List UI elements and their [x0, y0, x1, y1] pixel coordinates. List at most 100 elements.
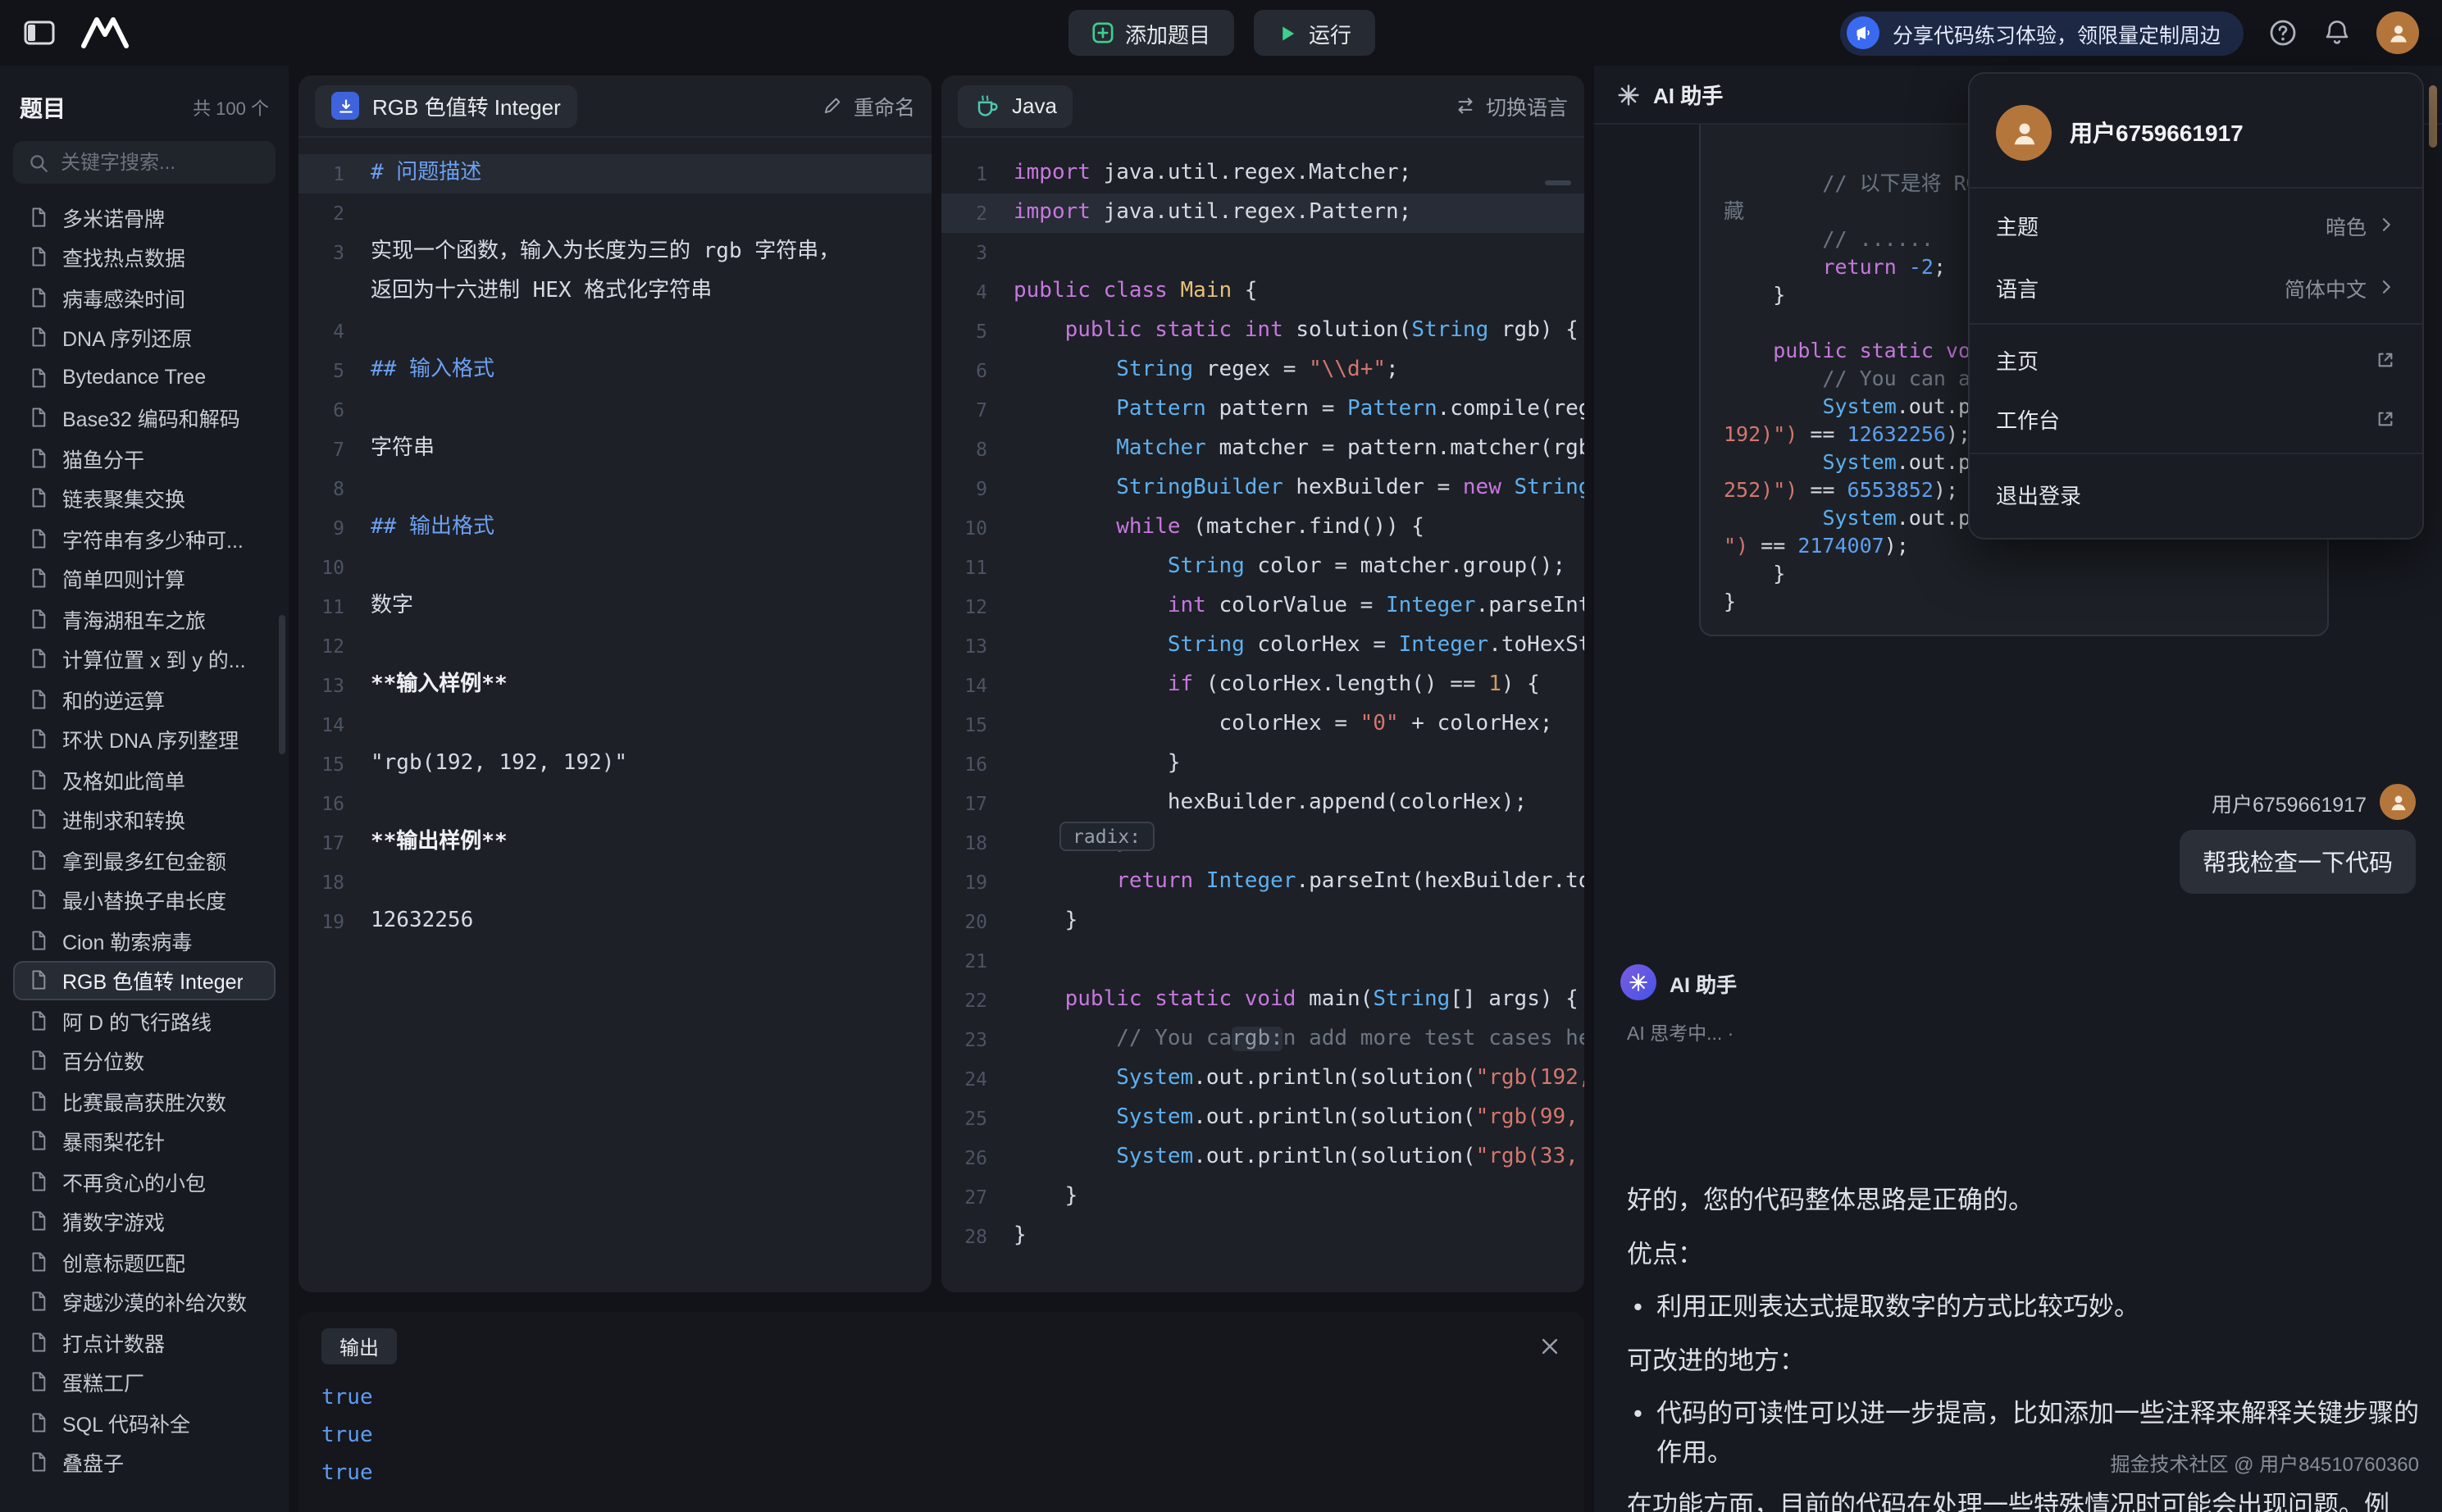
- sidebar-item[interactable]: 链表聚集交换: [13, 478, 276, 518]
- document-icon: [28, 890, 49, 911]
- external-link-icon: [2375, 408, 2396, 429]
- document-icon: [28, 809, 49, 831]
- promo-banner-text: 分享代码练习体验，领限量定制周边: [1893, 17, 2221, 48]
- user-avatar-button[interactable]: [2376, 11, 2419, 54]
- sidebar-scrollbar[interactable]: [279, 615, 285, 754]
- code-line: 24 System.out.println(solution("rgb(192,…: [941, 1059, 1584, 1099]
- add-problem-button[interactable]: 添加题目: [1068, 10, 1233, 56]
- output-line: true: [321, 1455, 1561, 1492]
- sparkle-icon: [1629, 972, 1648, 992]
- code-line: 28}: [941, 1217, 1584, 1256]
- sparkle-icon: [1617, 83, 1640, 106]
- user-menu: 用户6759661917 主题 暗色 语言 简体中文 主页 工作台 退出登录: [1968, 72, 2424, 540]
- sidebar-item-label: Bytedance Tree: [62, 367, 206, 389]
- chat-user-avatar: [2380, 784, 2416, 820]
- run-button[interactable]: 运行: [1253, 10, 1374, 56]
- sidebar-item[interactable]: 计算位置 x 到 y 的...: [13, 639, 276, 679]
- sidebar-item[interactable]: 阿 D 的飞行路线: [13, 1000, 276, 1041]
- pencil-icon: [822, 95, 844, 116]
- sidebar-toggle-button[interactable]: [23, 18, 56, 48]
- output-line: true: [321, 1379, 1561, 1417]
- sidebar-item[interactable]: 创意标题匹配: [13, 1241, 276, 1282]
- sidebar-item[interactable]: 及格如此简单: [13, 759, 276, 799]
- problem-title-pill: RGB 色值转 Integer: [315, 84, 577, 127]
- switch-language-button[interactable]: 切换语言: [1455, 90, 1568, 121]
- rename-button[interactable]: 重命名: [822, 90, 915, 121]
- sidebar-item-label: 及格如此简单: [62, 764, 185, 795]
- editor-scrollbar[interactable]: [1545, 180, 1571, 185]
- sidebar-item[interactable]: 穿越沙漠的补给次数: [13, 1282, 276, 1322]
- markdown-line: 6: [298, 390, 932, 430]
- external-link-icon: [2375, 348, 2396, 370]
- close-output-icon[interactable]: [1538, 1335, 1561, 1358]
- search-input[interactable]: [61, 151, 261, 174]
- sidebar-item[interactable]: SQL 代码补全: [13, 1402, 276, 1442]
- sidebar-item-label: 链表聚集交换: [62, 483, 185, 514]
- sidebar-item[interactable]: DNA 序列还原: [13, 317, 276, 358]
- sidebar-item[interactable]: 简单四则计算: [13, 558, 276, 599]
- menu-item-theme[interactable]: 主题 暗色: [1970, 194, 2422, 256]
- sidebar-item[interactable]: 多米诺骨牌: [13, 197, 276, 237]
- sidebar-item[interactable]: 比赛最高获胜次数: [13, 1081, 276, 1121]
- sidebar-item[interactable]: 查找热点数据: [13, 237, 276, 277]
- sidebar-item-label: 创意标题匹配: [62, 1246, 185, 1277]
- sidebar-title: 题目: [20, 92, 66, 125]
- sidebar-item[interactable]: 病毒感染时间: [13, 277, 276, 317]
- sidebar-item[interactable]: 进制求和转换: [13, 799, 276, 840]
- menu-item-workbench[interactable]: 工作台: [1970, 389, 2422, 448]
- bell-icon[interactable]: [2322, 18, 2352, 48]
- document-icon: [28, 769, 49, 790]
- search-box[interactable]: [13, 141, 276, 184]
- community-credit: 掘金技术社区 @ 用户84510760360: [2110, 1450, 2419, 1478]
- switch-icon: [1455, 95, 1476, 116]
- ai-thinking-status: AI 思考中... ·: [1627, 1020, 1734, 1046]
- sidebar-item[interactable]: Base32 编码和解码: [13, 398, 276, 438]
- sidebar-item[interactable]: 打点计数器: [13, 1322, 276, 1362]
- sidebar-item-label: 查找热点数据: [62, 242, 185, 273]
- sidebar-item[interactable]: 百分位数: [13, 1041, 276, 1081]
- sidebar-item[interactable]: 暴雨梨花针: [13, 1121, 276, 1161]
- code-line: 7 Pattern pattern = Pattern.compile(rege…: [941, 390, 1584, 430]
- document-icon: [28, 1412, 49, 1433]
- markdown-line: 8: [298, 469, 932, 508]
- sidebar-item[interactable]: 猜数字游戏: [13, 1201, 276, 1241]
- code-line: 1import java.util.regex.Matcher;: [941, 154, 1584, 194]
- sidebar-item[interactable]: 和的逆运算: [13, 679, 276, 719]
- add-problem-label: 添加题目: [1125, 17, 1210, 48]
- document-icon: [28, 970, 49, 991]
- sidebar-item[interactable]: 字符串有多少种可...: [13, 518, 276, 558]
- ai-scrollbar[interactable]: [2429, 85, 2437, 148]
- sidebar-item[interactable]: 猫鱼分干: [13, 438, 276, 478]
- help-icon[interactable]: [2268, 18, 2298, 48]
- play-icon: [1276, 22, 1297, 43]
- output-tab[interactable]: 输出: [321, 1328, 397, 1364]
- sidebar-item[interactable]: Bytedance Tree: [13, 358, 276, 398]
- sidebar-item[interactable]: Cion 勒索病毒: [13, 920, 276, 960]
- menu-item-language[interactable]: 语言 简体中文: [1970, 256, 2422, 318]
- menu-item-home[interactable]: 主页: [1970, 330, 2422, 389]
- sidebar-item[interactable]: 大数和距离: [13, 1482, 276, 1489]
- sidebar-item[interactable]: 最小替换子串长度: [13, 880, 276, 920]
- code-line: 26 System.out.println(solution("rgb(33, …: [941, 1138, 1584, 1177]
- sidebar-item[interactable]: 叠盘子: [13, 1442, 276, 1482]
- sidebar-item[interactable]: 青海湖租车之旅: [13, 599, 276, 639]
- menu-user-avatar: [1996, 105, 2052, 161]
- sidebar-item[interactable]: 不再贪心的小包: [13, 1161, 276, 1201]
- sidebar-item[interactable]: RGB 色值转 Integer: [13, 960, 276, 1000]
- sidebar-item[interactable]: 拿到最多红包金额: [13, 840, 276, 880]
- ai-response-paragraph: 好的，您的代码整体思路是正确的。: [1627, 1182, 2419, 1221]
- problem-content[interactable]: 1# 问题描述23实现一个函数，输入为长度为三的 rgb 字符串，返回为十六进制…: [298, 138, 932, 958]
- menu-user-name: 用户6759661917: [2070, 116, 2244, 149]
- sidebar-item-label: 进制求和转换: [62, 804, 185, 836]
- code-content[interactable]: 1import java.util.regex.Matcher;2import …: [941, 138, 1584, 1273]
- code-line: 27 }: [941, 1177, 1584, 1217]
- sidebar-item[interactable]: 环状 DNA 序列整理: [13, 719, 276, 759]
- sidebar-item[interactable]: 蛋糕工厂: [13, 1362, 276, 1402]
- promo-banner[interactable]: 分享代码练习体验，领限量定制周边: [1840, 11, 2244, 55]
- menu-item-logout[interactable]: 退出登录: [1970, 459, 2422, 528]
- document-icon: [28, 1372, 49, 1393]
- document-icon: [28, 849, 49, 871]
- markdown-line: 14: [298, 705, 932, 745]
- chevron-right-icon: [2376, 215, 2396, 235]
- problem-count: 共 100 个: [193, 95, 269, 121]
